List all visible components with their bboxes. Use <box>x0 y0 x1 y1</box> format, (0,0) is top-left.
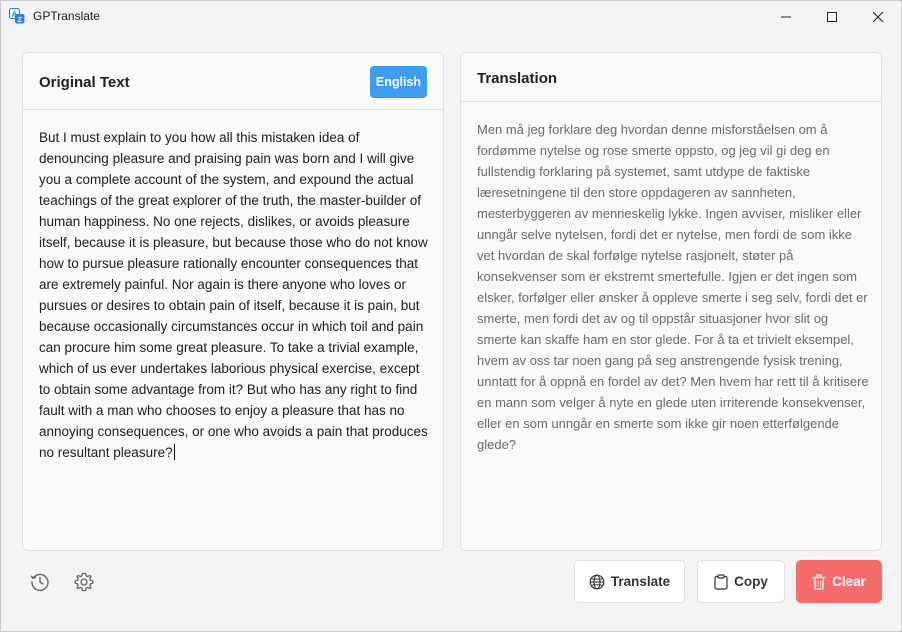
translation-panel: Translation Men må jeg forklare deg hvor… <box>460 52 882 551</box>
history-icon <box>30 573 49 592</box>
window-title: GPTranslate <box>33 9 100 23</box>
clipboard-icon <box>714 573 728 590</box>
copy-button-label: Copy <box>734 574 768 589</box>
history-button[interactable] <box>28 570 52 594</box>
translate-button[interactable]: Translate <box>574 560 685 603</box>
translate-button-label: Translate <box>610 574 671 589</box>
close-icon <box>872 11 884 22</box>
title-bar[interactable]: A Z GPTranslate <box>1 1 901 32</box>
source-language-button[interactable]: English <box>370 66 427 98</box>
source-panel-title: Original Text <box>39 74 130 91</box>
globe-icon <box>589 574 605 589</box>
minimize-button[interactable] <box>763 1 809 32</box>
text-caret <box>173 444 175 460</box>
source-text-input[interactable]: But I must explain to you how all this m… <box>39 127 431 463</box>
maximize-icon <box>827 11 837 22</box>
maximize-button[interactable] <box>809 1 855 32</box>
close-button[interactable] <box>855 1 901 32</box>
source-text-content: But I must explain to you how all this m… <box>39 130 428 460</box>
gear-icon <box>74 572 94 592</box>
translation-panel-header: Translation <box>461 53 881 102</box>
minimize-icon <box>781 16 791 17</box>
clear-button[interactable]: Clear <box>796 560 882 603</box>
clear-button-label: Clear <box>832 574 866 589</box>
translation-panel-title: Translation <box>477 70 558 87</box>
trash-icon <box>812 573 826 590</box>
copy-button[interactable]: Copy <box>697 560 785 603</box>
app-window: A Z GPTranslate Original Text English Bu… <box>0 0 902 632</box>
app-icon: A Z <box>9 8 25 24</box>
translation-output: Men må jeg forklare deg hvordan denne mi… <box>477 122 869 452</box>
svg-text:Z: Z <box>18 17 23 24</box>
source-panel-header: Original Text English <box>23 53 443 110</box>
settings-button[interactable] <box>72 570 96 594</box>
source-panel: Original Text English But I must explain… <box>22 52 444 551</box>
